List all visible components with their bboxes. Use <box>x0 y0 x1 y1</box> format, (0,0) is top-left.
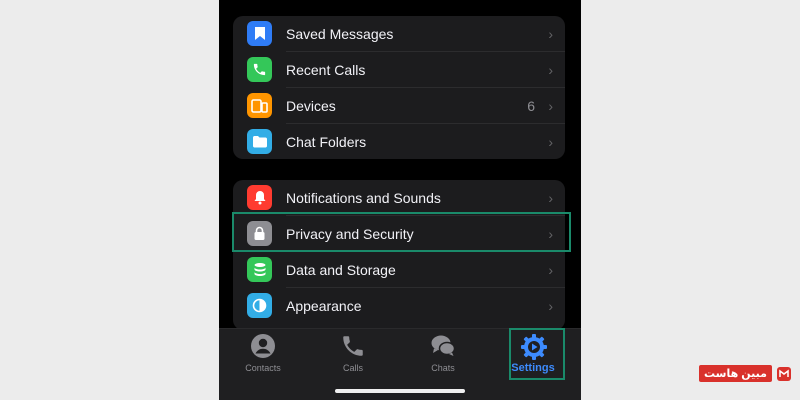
chevron-right-icon: › <box>548 26 553 42</box>
bookmark-icon <box>247 21 272 46</box>
left-margin <box>0 0 219 400</box>
chevron-right-icon: › <box>548 190 553 206</box>
tab-calls[interactable]: Calls <box>313 329 393 385</box>
settings-item-appearance[interactable]: Appearance › <box>233 288 565 324</box>
settings-item-devices[interactable]: Devices 6 › <box>233 88 565 124</box>
home-indicator <box>335 389 465 393</box>
chevron-right-icon: › <box>548 298 553 314</box>
settings-item-data-storage[interactable]: Data and Storage › <box>233 252 565 288</box>
devices-icon <box>247 93 272 118</box>
settings-item-label: Saved Messages <box>286 26 394 42</box>
appearance-icon <box>247 293 272 318</box>
chevron-right-icon: › <box>548 262 553 278</box>
folder-icon <box>247 129 272 154</box>
lock-icon <box>247 221 272 246</box>
watermark: مبین هاست <box>699 365 792 382</box>
phone-icon <box>247 57 272 82</box>
settings-item-privacy-security[interactable]: Privacy and Security › <box>233 216 565 252</box>
settings-group-preferences: Notifications and Sounds › Privacy and S… <box>233 180 565 330</box>
tab-label: Calls <box>342 363 363 373</box>
settings-item-chat-folders[interactable]: Chat Folders › <box>233 124 565 159</box>
settings-item-label: Notifications and Sounds <box>286 190 441 206</box>
person-icon <box>250 333 276 359</box>
settings-item-saved-messages[interactable]: Saved Messages › <box>233 16 565 52</box>
settings-item-recent-calls[interactable]: Recent Calls › <box>233 52 565 88</box>
tab-contacts[interactable]: Contacts <box>223 329 303 385</box>
phone-screen: Saved Messages › Recent Calls › Devices … <box>219 0 581 400</box>
settings-group-shortcuts: Saved Messages › Recent Calls › Devices … <box>233 16 565 159</box>
chevron-right-icon: › <box>548 62 553 78</box>
settings-item-label: Chat Folders <box>286 134 367 150</box>
chat-bubbles-icon <box>430 333 456 359</box>
settings-item-label: Devices <box>286 98 336 114</box>
tab-label: Settings <box>511 362 555 374</box>
phone-icon <box>340 333 366 359</box>
gear-icon <box>520 333 547 360</box>
database-icon <box>247 257 272 282</box>
tab-settings[interactable]: Settings <box>493 329 573 385</box>
settings-item-label: Data and Storage <box>286 262 396 278</box>
watermark-logo-icon <box>776 366 792 382</box>
tab-label: Chats <box>431 363 455 373</box>
settings-item-label: Privacy and Security <box>286 226 414 242</box>
settings-item-notifications[interactable]: Notifications and Sounds › <box>233 180 565 216</box>
watermark-text: مبین هاست <box>699 365 772 382</box>
chevron-right-icon: › <box>548 134 553 150</box>
devices-count: 6 <box>527 98 535 114</box>
chevron-right-icon: › <box>548 226 553 242</box>
chevron-right-icon: › <box>548 98 553 114</box>
right-margin <box>581 0 800 400</box>
settings-item-label: Appearance <box>286 298 362 314</box>
bell-icon <box>247 185 272 210</box>
tab-chats[interactable]: Chats <box>403 329 483 385</box>
settings-item-label: Recent Calls <box>286 62 366 78</box>
tab-label: Contacts <box>245 363 281 373</box>
